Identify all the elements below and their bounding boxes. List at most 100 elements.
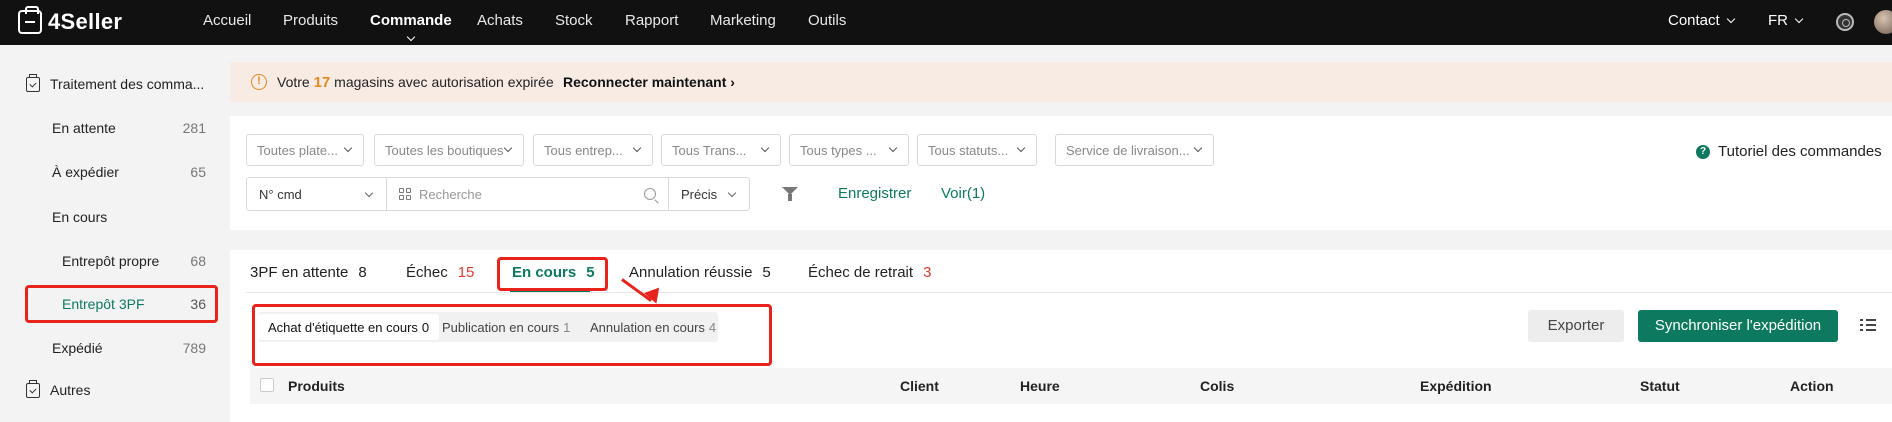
filter-panel: Toutes plate... Toutes les boutiques Tou… (230, 116, 1892, 230)
sidebar-section-order-processing[interactable]: Traitement des comma... (26, 73, 205, 92)
nav-accueil[interactable]: Accueil (203, 12, 251, 29)
column-settings-icon[interactable] (1860, 318, 1876, 332)
type-filter[interactable]: Tous types ... (789, 134, 909, 166)
column-header-produits: Produits (288, 378, 345, 394)
sidebar-section-label: Traitement des comma... (50, 76, 205, 92)
sidebar: Traitement des comma... En attente 281 À… (0, 45, 218, 422)
carrier-filter[interactable]: Tous Trans... (661, 134, 781, 166)
tab-label: Échec (406, 264, 448, 281)
annotation-box-subtabs (252, 304, 772, 366)
avatar[interactable] (1874, 10, 1892, 34)
banner-message: Votre 17 magasins avec autorisation expi… (277, 74, 554, 91)
sidebar-item-label: En attente (52, 120, 116, 136)
sidebar-item-label: Entrepôt propre (62, 253, 160, 269)
chevron-down-icon (364, 188, 374, 198)
sidebar-item-entrepot-propre[interactable]: Entrepôt propre 68 (0, 249, 218, 275)
nav-stock[interactable]: Stock (555, 12, 593, 29)
order-field-select[interactable]: N° cmd (246, 177, 387, 211)
top-navigation: 4Seller Accueil Produits Commande Achats… (0, 0, 1892, 45)
status-filter[interactable]: Tous statuts... (917, 134, 1037, 166)
chevron-down-icon (1016, 143, 1026, 153)
banner-count: 17 (313, 74, 331, 91)
clipboard-icon (26, 73, 40, 92)
chevron-down-icon (888, 143, 898, 153)
chevron-down-icon (1193, 143, 1203, 153)
tab-label: Annulation réussie (629, 264, 753, 281)
save-filter-button[interactable]: Enregistrer (838, 185, 911, 202)
search-input[interactable]: Recherche (386, 177, 669, 211)
table-header: Produits Client Heure Colis Expédition S… (250, 368, 1892, 404)
nav-marketing[interactable]: Marketing (710, 12, 776, 29)
nav-achats[interactable]: Achats (477, 12, 523, 29)
tab-annulation-reussie[interactable]: Annulation réussie 5 (629, 264, 771, 281)
filter-icon[interactable] (782, 187, 798, 201)
tab-label: Échec de retrait (808, 264, 914, 281)
sidebar-item-en-attente[interactable]: En attente 281 (0, 116, 218, 142)
order-field-value: N° cmd (259, 187, 302, 202)
sync-shipment-button[interactable]: Synchroniser l'expédition (1638, 310, 1838, 342)
sidebar-item-count: 789 (182, 340, 206, 356)
search-icon[interactable] (644, 188, 656, 200)
clipboard-icon (26, 379, 40, 398)
sidebar-item-en-cours[interactable]: En cours (0, 205, 218, 231)
sidebar-section-autres[interactable]: Autres (26, 379, 91, 398)
select-all-checkbox[interactable] (260, 378, 274, 392)
column-header-statut: Statut (1640, 378, 1680, 394)
warning-icon: ! (251, 74, 267, 90)
platform-filter[interactable]: Toutes plate... (246, 134, 364, 166)
shop-filter[interactable]: Toutes les boutiques (374, 134, 524, 166)
tab-count: 15 (457, 264, 475, 281)
language-label: FR (1768, 12, 1788, 29)
chevron-down-icon (1794, 14, 1804, 23)
reconnect-link-label: Reconnecter maintenant (563, 74, 727, 90)
chevron-right-icon: › (730, 74, 735, 90)
carrier-filter-value: Tous Trans... (672, 143, 747, 158)
tabs-divider (246, 292, 1892, 293)
chevron-down-icon (632, 143, 642, 153)
order-tutorial-link[interactable]: ? Tutoriel des commandes (1696, 143, 1882, 160)
nav-outils[interactable]: Outils (808, 12, 846, 29)
sidebar-item-expedie[interactable]: Expédié 789 (0, 336, 218, 362)
tab-label: 3PF en attente (250, 264, 349, 281)
contact-menu[interactable]: Contact (1668, 12, 1735, 29)
gear-icon[interactable] (1836, 13, 1854, 31)
export-button[interactable]: Exporter (1528, 310, 1624, 342)
view-saved-button[interactable]: Voir(1) (941, 185, 985, 202)
match-mode-value: Précis (681, 187, 718, 202)
column-header-expedition: Expédition (1420, 378, 1492, 394)
language-menu[interactable]: FR (1768, 12, 1804, 29)
sidebar-item-a-expedier[interactable]: À expédier 65 (0, 160, 218, 186)
contact-label: Contact (1668, 12, 1720, 29)
match-mode-select[interactable]: Précis (668, 177, 750, 211)
sidebar-item-label: Expédié (52, 340, 103, 356)
platform-filter-value: Toutes plate... (257, 143, 338, 158)
chevron-down-icon (406, 32, 416, 42)
nav-commande[interactable]: Commande (370, 12, 452, 42)
delivery-service-filter[interactable]: Service de livraison... (1055, 134, 1214, 166)
sidebar-item-label: En cours (52, 209, 108, 225)
tab-echec-de-retrait[interactable]: Échec de retrait 3 (808, 264, 931, 281)
tab-echec[interactable]: Échec 15 (406, 264, 474, 281)
column-header-client: Client (900, 378, 939, 394)
sidebar-item-count: 281 (182, 120, 206, 136)
nav-produits[interactable]: Produits (283, 12, 338, 29)
expired-authorization-banner: ! Votre 17 magasins avec autorisation ex… (230, 62, 1892, 102)
sidebar-item-count: 65 (190, 164, 206, 180)
column-header-heure: Heure (1020, 378, 1060, 394)
logo[interactable]: 4Seller (18, 6, 123, 36)
warehouse-filter[interactable]: Tous entrep... (533, 134, 653, 166)
sidebar-item-count: 68 (190, 253, 206, 269)
reconnect-link[interactable]: Reconnecter maintenant › (563, 74, 735, 90)
tab-count: 5 (762, 264, 771, 281)
column-header-colis: Colis (1200, 378, 1235, 394)
banner-suffix: magasins avec autorisation expirée (334, 74, 554, 90)
shop-filter-value: Toutes les boutiques (385, 143, 504, 158)
tab-3pf-en-attente[interactable]: 3PF en attente 8 (250, 264, 367, 281)
tutorial-label: Tutoriel des commandes (1718, 143, 1882, 160)
status-filter-value: Tous statuts... (928, 143, 1009, 158)
logo-icon (18, 6, 42, 34)
sidebar-section-label: Autres (50, 382, 91, 398)
logo-text: 4Seller (48, 9, 123, 34)
chevron-down-icon (503, 143, 513, 153)
nav-rapport[interactable]: Rapport (625, 12, 678, 29)
